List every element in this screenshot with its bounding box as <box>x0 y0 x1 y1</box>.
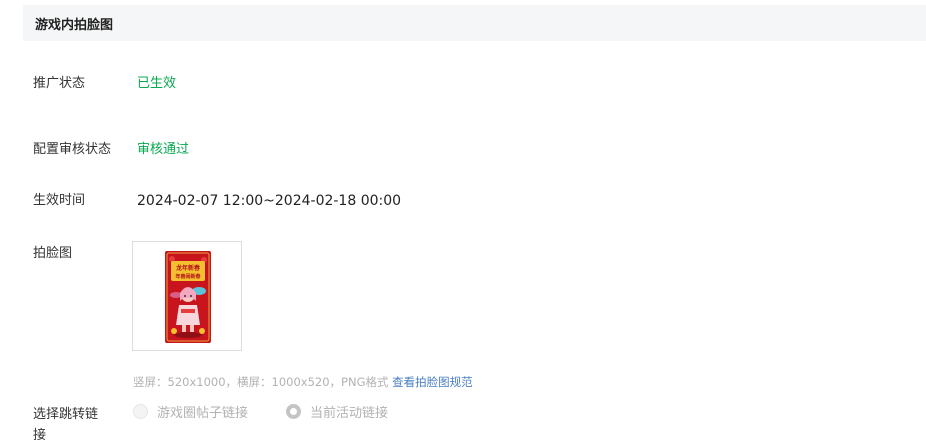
section-title: 游戏内拍脸图 <box>35 17 114 33</box>
promo-status-label: 推广状态 <box>33 76 86 91</box>
effective-time-value: 2024-02-07 12:00~2024-02-18 00:00 <box>137 193 402 209</box>
radio-selected-icon <box>286 404 301 419</box>
promo-status-value: 已生效 <box>137 76 177 91</box>
poster-banner-line2: 年兽闹新春 <box>175 273 201 280</box>
jump-link-label: 选择跳转链接 <box>33 407 99 443</box>
image-spec-link[interactable]: 查看拍脸图规范 <box>392 375 473 389</box>
image-spec-text: 竖屏：520x1000，横屏：1000x520，PNG格式 <box>133 375 393 389</box>
effective-time-label: 生效时间 <box>33 193 86 208</box>
review-status-label: 配置审核状态 <box>33 142 112 157</box>
poster-banner-line1: 龙年新春 <box>176 264 201 272</box>
radio-circle-icon <box>133 404 148 419</box>
image-spec-hint: 竖屏：520x1000，横屏：1000x520，PNG格式 查看拍脸图规范 <box>133 374 473 390</box>
review-status-value: 审核通过 <box>137 142 190 157</box>
radio-current-activity-label: 当前活动链接 <box>310 406 389 421</box>
radio-game-circle-post-label: 游戏圈帖子链接 <box>157 406 249 421</box>
face-image-label: 拍脸图 <box>33 246 73 261</box>
radio-game-circle-post-link[interactable]: 游戏圈帖子链接 <box>133 402 248 421</box>
section-header: 游戏内拍脸图 <box>23 5 926 41</box>
radio-current-activity-link[interactable]: 当前活动链接 <box>286 402 388 421</box>
face-image-thumbnail[interactable]: 龙年新春 年兽闹新春 <box>132 241 242 351</box>
poster-image: 龙年新春 年兽闹新春 <box>165 251 211 343</box>
